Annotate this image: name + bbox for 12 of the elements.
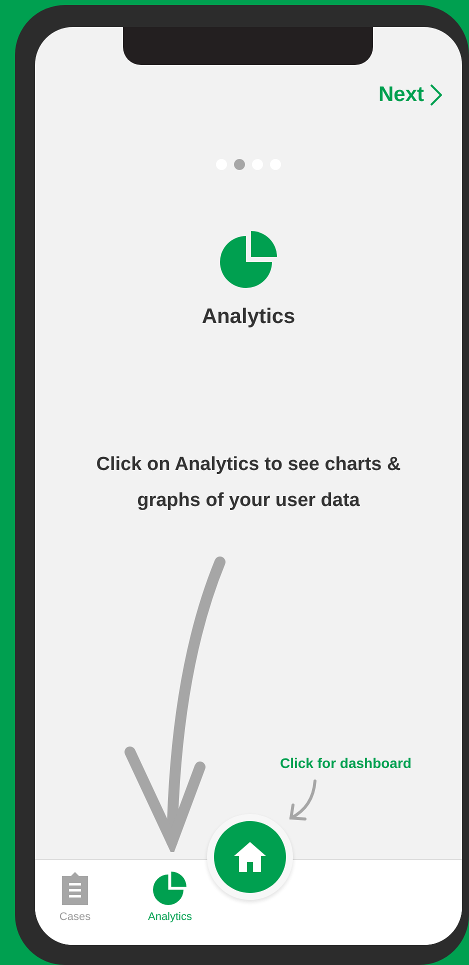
tab-bar-item[interactable]: Cases — [35, 860, 115, 945]
home-button[interactable] — [214, 821, 286, 893]
hint-text: Click for dashboard — [280, 755, 412, 771]
next-button[interactable]: Next — [378, 83, 442, 107]
pie-chart-icon — [220, 230, 278, 288]
feature-title: Analytics — [202, 305, 296, 329]
pie-chart-icon — [153, 871, 187, 905]
tab-bar-item[interactable]: Analytics — [130, 860, 210, 945]
home-icon — [233, 841, 267, 873]
chevron-right-icon — [430, 84, 442, 106]
clipboard-icon — [62, 871, 88, 905]
feature-description: Click on Analytics to see charts & graphs of your user data — [95, 453, 402, 513]
